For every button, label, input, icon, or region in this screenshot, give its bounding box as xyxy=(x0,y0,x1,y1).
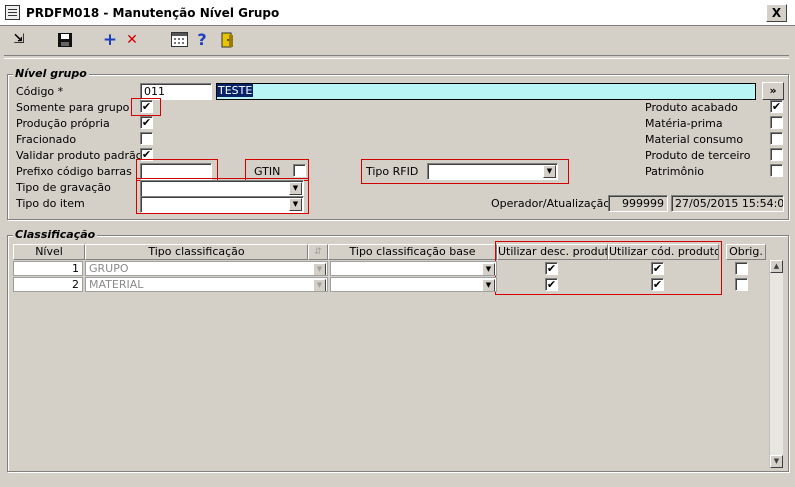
producao-propria-checkbox[interactable]: ✔ xyxy=(140,116,153,129)
delete-icon[interactable]: ✕ xyxy=(122,30,142,50)
window-title: PRDFM018 - Manutenção Nível Grupo xyxy=(26,6,280,20)
obrig-checkbox[interactable] xyxy=(735,262,748,275)
title-bar: PRDFM018 - Manutenção Nível Grupo X xyxy=(0,0,795,26)
tipo-gravacao-label: Tipo de gravação xyxy=(16,181,111,194)
produto-terceiro-label: Produto de terceiro xyxy=(645,149,751,162)
row-tipo-classificacao-base[interactable]: ▼ xyxy=(330,261,497,276)
row-tipo-classificacao[interactable]: GRUPO ▼ xyxy=(85,261,328,276)
chevron-down-icon[interactable]: ▼ xyxy=(482,263,495,275)
col-header-obrig[interactable]: Obrig. xyxy=(726,244,766,260)
toolbar-separator xyxy=(4,55,789,59)
descricao-input[interactable]: TESTE xyxy=(216,83,756,100)
obrig-checkbox[interactable] xyxy=(735,278,748,291)
tipo-rfid-label: Tipo RFID xyxy=(366,165,419,178)
lookup-column-icon: ⇵ xyxy=(308,244,328,260)
somente-grupo-label: Somente para grupo xyxy=(16,101,130,114)
utilizar-cod-checkbox[interactable]: ✔ xyxy=(651,278,664,291)
help-icon[interactable]: ? xyxy=(192,30,212,50)
fracionado-checkbox[interactable] xyxy=(140,132,153,145)
close-button[interactable]: X xyxy=(766,4,787,22)
descricao-selected-text: TESTE xyxy=(217,84,254,97)
add-icon[interactable]: + xyxy=(100,30,120,50)
tipo-item-label: Tipo do item xyxy=(16,197,85,210)
material-consumo-label: Material consumo xyxy=(645,133,744,146)
chevron-down-icon: ▼ xyxy=(313,279,326,291)
material-consumo-checkbox[interactable] xyxy=(770,132,783,145)
validar-produto-label: Validar produto padrão xyxy=(16,149,143,162)
row-nivel[interactable]: 1 xyxy=(13,261,83,276)
expand-button[interactable]: » xyxy=(762,82,784,100)
produto-acabado-label: Produto acabado xyxy=(645,101,738,114)
producao-propria-label: Produção própria xyxy=(16,117,110,130)
navigate-icon[interactable]: ⇲ xyxy=(9,30,29,50)
tipo-gravacao-select[interactable]: ▼ xyxy=(140,180,304,197)
codigo-label: Código * xyxy=(16,85,64,98)
exit-door-icon[interactable] xyxy=(217,30,237,50)
patrimonio-checkbox[interactable] xyxy=(770,164,783,177)
row-tipo-classificacao[interactable]: MATERIAL ▼ xyxy=(85,277,328,292)
atualizacao-value: 27/05/2015 15:54:00 xyxy=(671,195,784,212)
materia-prima-checkbox[interactable] xyxy=(770,116,783,129)
save-icon[interactable] xyxy=(55,30,75,50)
vertical-scrollbar[interactable]: ▲ ▼ xyxy=(769,260,783,468)
chevron-down-icon[interactable]: ▼ xyxy=(482,279,495,291)
produto-terceiro-checkbox[interactable] xyxy=(770,148,783,161)
fracionado-label: Fracionado xyxy=(16,133,77,146)
tipo-rfid-select[interactable]: ▼ xyxy=(427,163,558,180)
operador-label: Operador/Atualização xyxy=(491,197,611,210)
chevron-down-icon: ▼ xyxy=(313,263,326,275)
calendar-icon[interactable] xyxy=(169,30,189,50)
table-row[interactable]: 1 GRUPO ▼ ▼ ✔ ✔ xyxy=(0,261,790,277)
patrimonio-label: Patrimônio xyxy=(645,165,704,178)
chevron-down-icon[interactable]: ▼ xyxy=(289,182,302,195)
somente-grupo-checkbox[interactable]: ✔ xyxy=(140,100,153,113)
produto-acabado-checkbox[interactable]: ✔ xyxy=(770,100,783,113)
row-nivel[interactable]: 2 xyxy=(13,277,83,292)
materia-prima-label: Matéria-prima xyxy=(645,117,723,130)
classificacao-title: Classificação xyxy=(13,228,98,241)
utilizar-desc-checkbox[interactable]: ✔ xyxy=(545,262,558,275)
toolbar: ⇲ + ✕ ? xyxy=(0,26,795,54)
gtin-checkbox[interactable] xyxy=(293,164,306,177)
utilizar-desc-checkbox[interactable]: ✔ xyxy=(545,278,558,291)
utilizar-cod-checkbox[interactable]: ✔ xyxy=(651,262,664,275)
row-tipo-classificacao-base[interactable]: ▼ xyxy=(330,277,497,292)
gtin-label: GTIN xyxy=(254,165,281,178)
operador-value: 999999 xyxy=(608,195,668,212)
app-icon xyxy=(5,5,20,20)
col-header-nivel[interactable]: Nível xyxy=(13,244,85,260)
scroll-down-icon[interactable]: ▼ xyxy=(770,455,783,468)
chevron-down-icon[interactable]: ▼ xyxy=(543,165,556,178)
tipo-item-select[interactable]: ▼ xyxy=(140,196,304,213)
prefixo-codigo-label: Prefixo código barras xyxy=(16,165,132,178)
col-header-tipo-classificacao-base[interactable]: Tipo classificação base xyxy=(328,244,497,260)
nivel-grupo-title: Nível grupo xyxy=(13,67,89,80)
scroll-up-icon[interactable]: ▲ xyxy=(770,260,783,273)
col-header-tipo-classificacao[interactable]: Tipo classificação xyxy=(85,244,308,260)
table-row[interactable]: 2 MATERIAL ▼ ▼ ✔ ✔ xyxy=(0,277,790,293)
chevron-down-icon[interactable]: ▼ xyxy=(289,198,302,211)
